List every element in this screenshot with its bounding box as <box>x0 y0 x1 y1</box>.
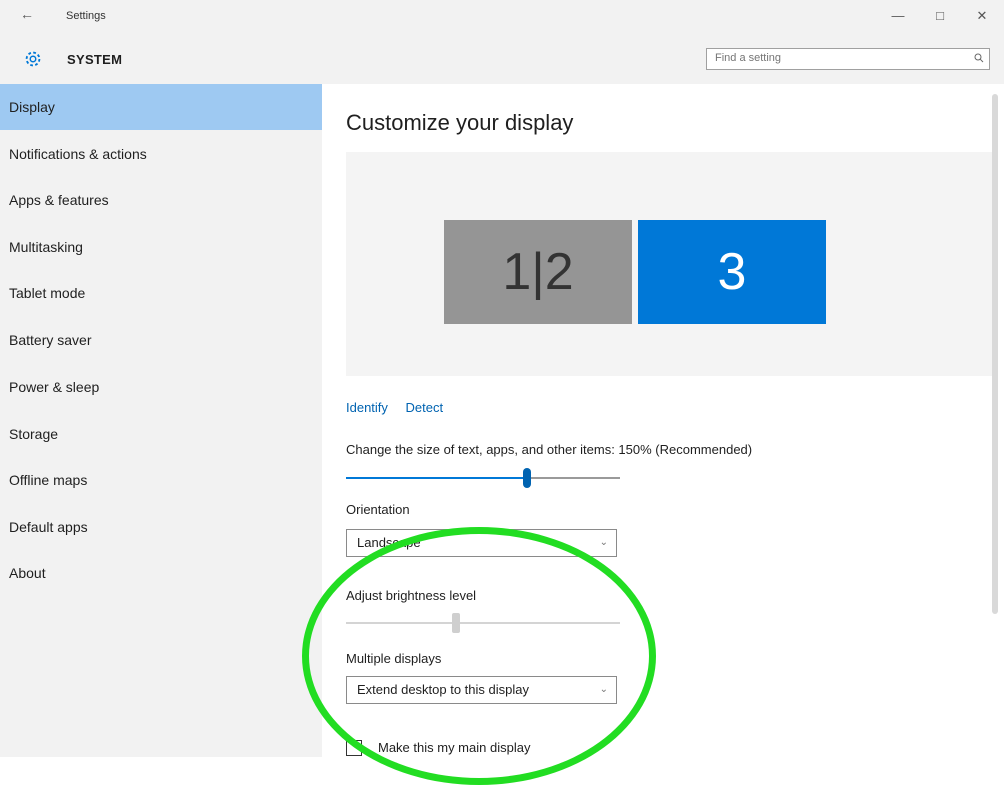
sidebar-item-display[interactable]: Display <box>0 84 322 130</box>
sidebar-item-battery-saver[interactable]: Battery saver <box>0 317 322 363</box>
scale-slider[interactable] <box>346 468 620 488</box>
sidebar-item-tablet-mode[interactable]: Tablet mode <box>0 270 322 316</box>
sidebar-item-multitasking[interactable]: Multitasking <box>0 224 322 270</box>
chevron-down-icon: ⌄ <box>599 537 608 548</box>
sidebar-item-default-apps[interactable]: Default apps <box>0 504 322 550</box>
detect-link[interactable]: Detect <box>406 400 444 415</box>
scale-slider-fill <box>346 477 527 479</box>
scale-label: Change the size of text, apps, and other… <box>346 442 753 457</box>
sidebar-item-storage[interactable]: Storage <box>0 411 322 457</box>
sidebar-item-notifications[interactable]: Notifications & actions <box>0 131 322 177</box>
main-content: Customize your display 1|2 3 Identify De… <box>322 84 1004 757</box>
monitor-3[interactable]: 3 <box>638 220 826 324</box>
display-arrangement-preview: 1|2 3 <box>346 152 996 376</box>
close-button[interactable]: ✕ <box>972 8 992 24</box>
sidebar-item-about[interactable]: About <box>0 550 322 596</box>
sidebar-item-power-sleep[interactable]: Power & sleep <box>0 364 322 410</box>
search-icon[interactable] <box>974 53 984 63</box>
section-title: SYSTEM <box>67 52 123 67</box>
main-display-checkbox[interactable] <box>346 740 362 756</box>
monitor-1-2[interactable]: 1|2 <box>444 220 632 324</box>
identify-link[interactable]: Identify <box>346 400 388 415</box>
window-title: Settings <box>66 10 106 22</box>
minimize-button[interactable]: — <box>888 8 908 23</box>
main-display-checkbox-label: Make this my main display <box>378 740 531 755</box>
brightness-slider-thumb[interactable] <box>452 613 460 633</box>
maximize-button[interactable]: □ <box>930 8 950 23</box>
scale-slider-thumb[interactable] <box>523 468 531 488</box>
multiple-displays-dropdown[interactable]: Extend desktop to this display ⌄ <box>346 676 617 704</box>
orientation-value: Landscape <box>357 535 421 550</box>
title-bar: ← Settings — □ ✕ <box>0 0 1004 36</box>
sidebar-item-apps-features[interactable]: Apps & features <box>0 177 322 223</box>
gear-icon <box>25 51 41 67</box>
page-title: Customize your display <box>346 110 574 135</box>
brightness-slider-track <box>346 622 620 624</box>
back-arrow-icon[interactable]: ← <box>20 6 34 22</box>
orientation-label: Orientation <box>346 502 410 517</box>
multiple-displays-value: Extend desktop to this display <box>357 682 529 697</box>
sidebar-item-offline-maps[interactable]: Offline maps <box>0 457 322 503</box>
display-links: Identify Detect <box>346 400 457 415</box>
orientation-dropdown[interactable]: Landscape ⌄ <box>346 529 617 557</box>
vertical-scrollbar[interactable] <box>992 94 998 614</box>
brightness-slider[interactable] <box>346 613 620 633</box>
multiple-displays-label: Multiple displays <box>346 651 442 666</box>
brightness-label: Adjust brightness level <box>346 588 477 603</box>
search-box[interactable] <box>706 48 990 70</box>
search-input[interactable] <box>715 52 965 64</box>
sidebar: Display Notifications & actions Apps & f… <box>0 84 322 757</box>
chevron-down-icon: ⌄ <box>599 684 608 695</box>
settings-header: SYSTEM <box>0 36 1004 84</box>
